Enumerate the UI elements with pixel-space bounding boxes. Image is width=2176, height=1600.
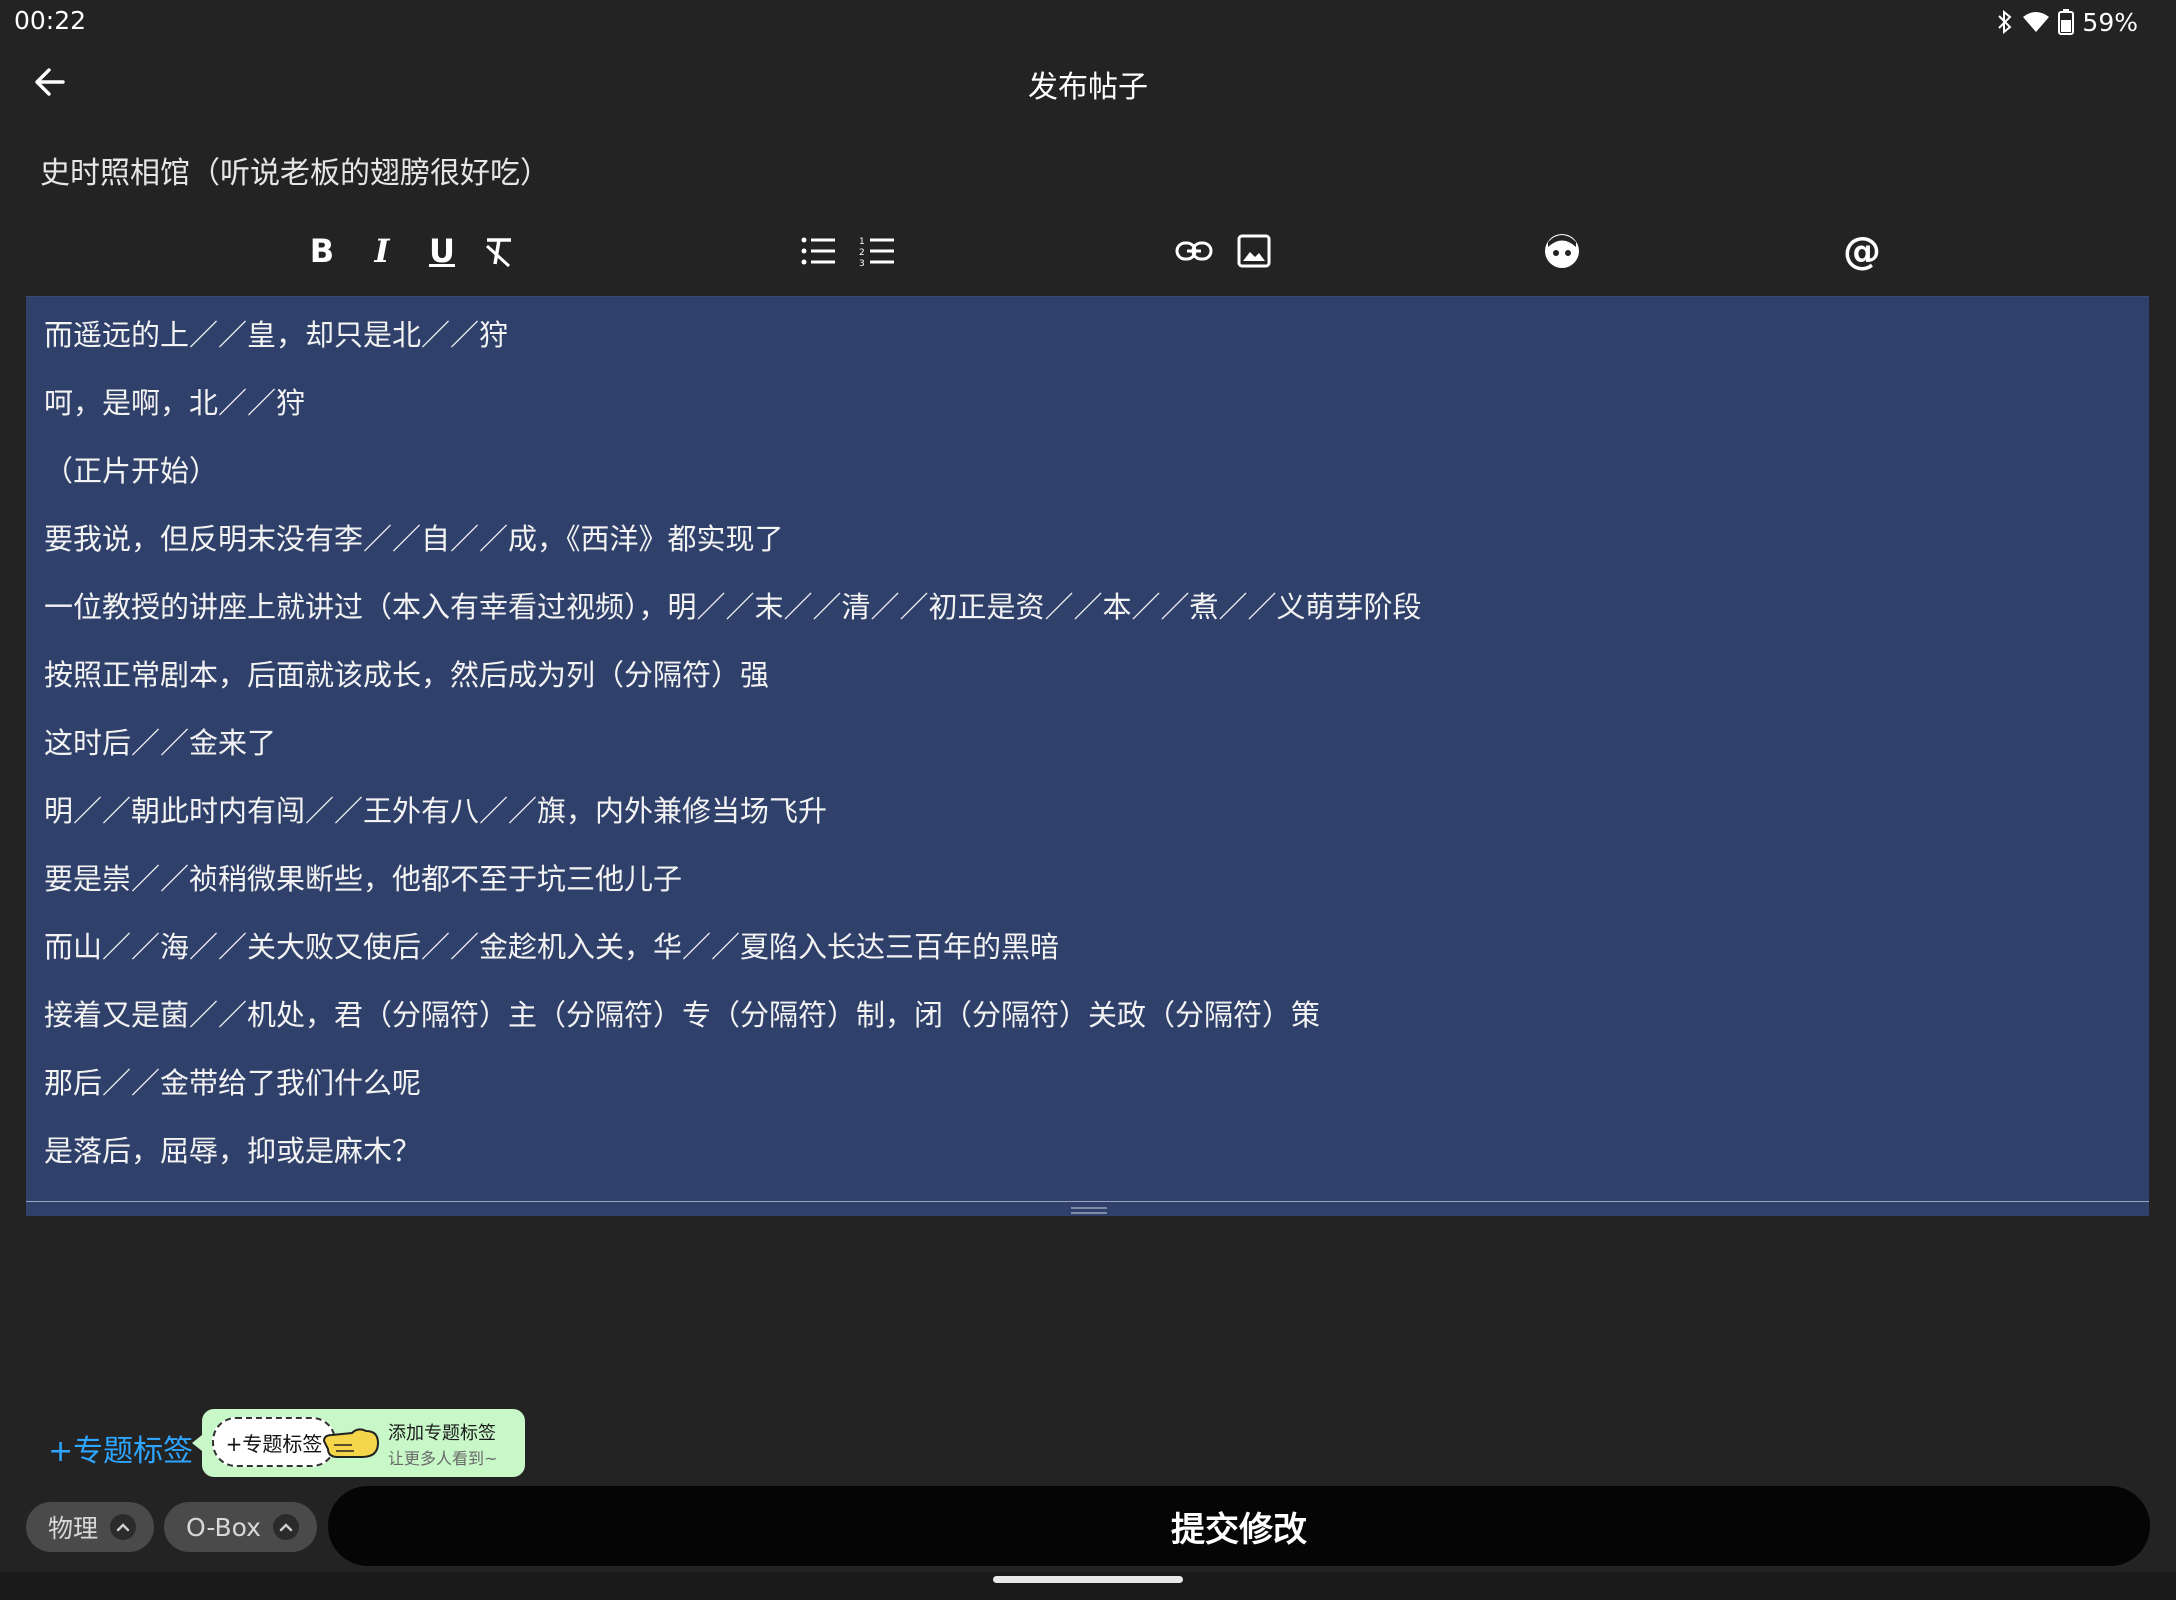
tip-subtitle: 让更多人看到~ xyxy=(388,1449,498,1468)
tag-chip-label: 物理 xyxy=(48,1514,99,1543)
editor-text-area[interactable]: 而遥远的上／／皇，却只是北／／狩 呵，是啊，北／／狩 （正片开始） 要我说，但反明末没… xyxy=(44,321,2131,1205)
clear-format-icon xyxy=(485,238,511,268)
tag-chip-physics[interactable]: 物理 xyxy=(26,1502,155,1552)
editor-paragraph: 要我说，但反明末没有李／／自／／成，《西洋》都实现了 xyxy=(44,522,784,556)
link-button[interactable] xyxy=(1169,226,1219,276)
tip-topic-chip: +专题标签 xyxy=(212,1417,336,1467)
content-editor[interactable]: 而遥远的上／／皇，却只是北／／狩 呵，是啊，北／／狩 （正片开始） 要我说，但反明末没… xyxy=(26,296,2149,1216)
editor-paragraph: 而山／／海／／关大败又使后／／金趁机入关，华／／夏陷入长达三百年的黑暗 xyxy=(44,930,1060,964)
svg-text:3: 3 xyxy=(859,259,865,267)
editor-divider xyxy=(26,1201,2149,1202)
tip-title: 添加专题标签 xyxy=(388,1423,496,1444)
svg-text:1: 1 xyxy=(859,237,865,247)
editor-paragraph: 而遥远的上／／皇，却只是北／／狩 xyxy=(44,318,509,352)
editor-paragraph: 明／／朝此时内有闯／／王外有八／／旗，内外兼修当场飞升 xyxy=(44,794,828,828)
bulleted-list-button[interactable] xyxy=(793,226,843,276)
editor-paragraph: 接着又是菌／／机处，君（分隔符）主（分隔符）专（分隔符）制，闭（分隔符）关政（分… xyxy=(44,998,1321,1032)
image-icon xyxy=(1237,234,1271,268)
status-bar: 00:22 59% xyxy=(0,0,2176,44)
italic-button[interactable]: I xyxy=(357,226,407,276)
tag-chip-obox[interactable]: O-Box xyxy=(164,1502,317,1552)
post-title-field[interactable]: 史时照相馆（听说老板的翅膀很好吃） xyxy=(40,148,550,192)
editor-paragraph: 呵，是啊，北／／狩 xyxy=(44,386,306,420)
editor-paragraph: 要是崇／／祯稍微果断些，他都不至于坑三他儿子 xyxy=(44,862,683,896)
image-button[interactable] xyxy=(1229,226,1279,276)
at-mention-icon: @ xyxy=(1843,229,1881,273)
emoji-button[interactable] xyxy=(1537,226,1587,276)
submit-edit-button[interactable]: 提交修改 xyxy=(328,1486,2150,1566)
status-time: 00:22 xyxy=(14,6,87,35)
wifi-icon xyxy=(2023,12,2050,32)
underline-button[interactable]: U xyxy=(417,226,467,276)
topic-tag-tooltip: +专题标签 添加专题标签 让更多人看到~ xyxy=(192,1409,525,1477)
chevron-up-icon xyxy=(116,1523,130,1532)
underline-icon: U xyxy=(429,232,455,270)
svg-text:2: 2 xyxy=(859,248,865,258)
mention-button[interactable]: @ xyxy=(1837,226,1887,276)
editor-paragraph: 这时后／／金来了 xyxy=(44,726,277,760)
chip-remove-button[interactable] xyxy=(272,1514,299,1540)
status-icons: 59% xyxy=(1996,6,2138,38)
chevron-up-icon xyxy=(279,1523,293,1532)
bold-icon: B xyxy=(309,232,335,270)
page-title: 发布帖子 xyxy=(1028,70,1148,105)
editor-paragraph: 那后／／金带给了我们什么呢 xyxy=(44,1066,422,1100)
clear-format-button[interactable] xyxy=(475,226,525,276)
chip-remove-button[interactable] xyxy=(110,1514,137,1540)
bold-button[interactable]: B xyxy=(297,226,347,276)
battery-icon xyxy=(2058,9,2075,35)
submit-label: 提交修改 xyxy=(1171,1509,1307,1550)
battery-percent: 59% xyxy=(2082,7,2138,37)
add-topic-tag-link[interactable]: +专题标签 xyxy=(48,1426,193,1470)
editor-paragraph: （正片开始） xyxy=(44,454,219,488)
numbered-list-icon: 1 2 3 xyxy=(859,237,894,267)
editor-resize-handle[interactable] xyxy=(1071,1207,1107,1215)
editor-paragraph: 按照正常剧本，后面就该成长，然后成为列（分隔符）强 xyxy=(44,658,770,692)
editor-paragraph: 是落后，屈辱，抑或是麻木？ xyxy=(44,1134,422,1168)
editor-paragraph: 一位教授的讲座上就讲过（本入有幸看过视频），明／／末／／清／／初正是资／／本／／… xyxy=(44,590,1422,624)
italic-icon: I xyxy=(374,232,390,270)
link-icon xyxy=(1175,241,1213,261)
bluetooth-icon xyxy=(1998,10,2012,34)
app-root: 00:22 59% 发布帖子 史时照相馆（听说老板的翅膀很好吃） B I U 1… xyxy=(0,0,2176,1600)
bulleted-list-icon xyxy=(801,237,835,265)
emoji-icon xyxy=(1545,234,1579,268)
home-indicator[interactable] xyxy=(993,1576,1183,1583)
numbered-list-button[interactable]: 1 2 3 xyxy=(852,226,902,276)
tag-chip-label: O-Box xyxy=(186,1512,261,1542)
pointing-hand-icon xyxy=(322,1428,380,1458)
